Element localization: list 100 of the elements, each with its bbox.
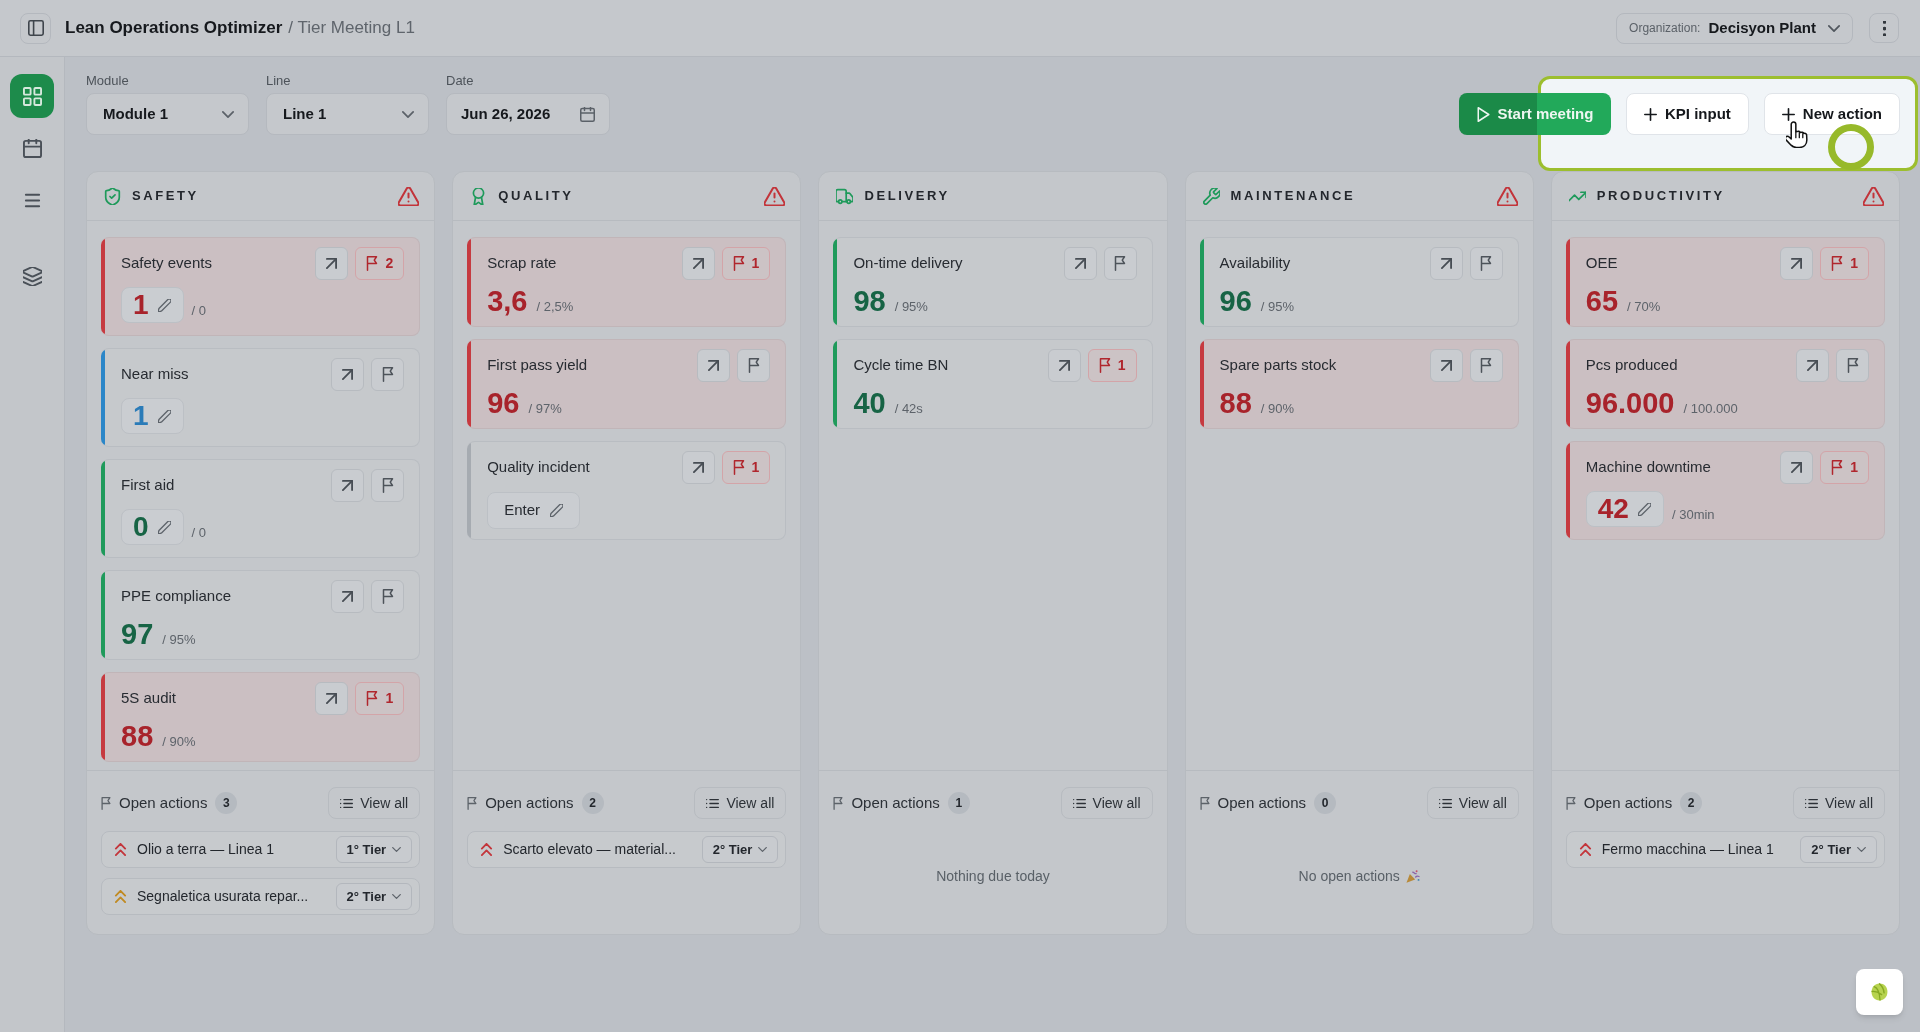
tier-dropdown[interactable]: 2° Tier: [1800, 836, 1877, 863]
flag-button[interactable]: 2: [355, 247, 405, 280]
view-all-button[interactable]: View all: [1793, 787, 1885, 819]
arrow-up-right-icon: [1440, 360, 1452, 371]
kpi-title: Near miss: [121, 364, 189, 385]
chevron-down-icon: [402, 110, 414, 118]
count-badge: 0: [1314, 792, 1336, 814]
kpi-target: / 2,5%: [536, 298, 574, 316]
arrow-up-right-icon: [342, 480, 354, 491]
tier-dropdown[interactable]: 2° Tier: [335, 883, 413, 910]
arrow-up-right-icon: [326, 693, 338, 704]
action-item[interactable]: Scarto elevato — material... 2° Tier: [467, 831, 787, 868]
flag-icon: [732, 256, 745, 271]
view-all-button[interactable]: View all: [694, 787, 787, 819]
add-button[interactable]: New action: [1763, 93, 1900, 135]
filter-label: Date: [446, 73, 475, 89]
action-item[interactable]: Fermo macchina — Linea 1 2° Tier: [1565, 831, 1885, 868]
action-item[interactable]: Olio a terra — Linea 1 1° Tier: [101, 831, 421, 868]
flag-button[interactable]: 1: [721, 451, 771, 484]
click-ring-icon: [1828, 124, 1874, 170]
trend-button[interactable]: [1780, 451, 1814, 484]
trend-button[interactable]: [1429, 247, 1463, 280]
flag-icon: [381, 589, 394, 604]
kpi-target: / 100.000: [1683, 400, 1738, 418]
kpi-target: / 95%: [894, 298, 928, 316]
flag-button[interactable]: [1469, 247, 1503, 280]
view-all-button[interactable]: View all: [1060, 787, 1153, 819]
trend-button[interactable]: [697, 349, 731, 382]
select-field[interactable]: Line 1: [266, 93, 429, 135]
truck-icon: [836, 187, 854, 205]
action-title: Fermo macchina — Linea 1: [1601, 840, 1775, 859]
hand-cursor-icon: [1786, 121, 1808, 148]
flag-button[interactable]: 1: [1820, 247, 1869, 280]
date-field[interactable]: Jun 26, 2026: [446, 93, 610, 135]
trend-button[interactable]: [315, 247, 349, 280]
tier-dropdown[interactable]: 2° Tier: [701, 836, 779, 863]
count-badge: 2: [1680, 792, 1703, 814]
kpi-value: 96: [1219, 284, 1252, 318]
sidebar-toggle-button[interactable]: [20, 12, 51, 44]
section-title: Open actions: [1217, 792, 1306, 813]
trend-button[interactable]: [1780, 247, 1814, 280]
trend-button[interactable]: [315, 682, 349, 715]
sidebar-item[interactable]: [10, 74, 54, 118]
trend-button[interactable]: [331, 580, 365, 613]
column-title: PRODUCTIVITY: [1596, 187, 1725, 206]
start-meeting-button[interactable]: Start meeting: [1459, 93, 1611, 135]
flag-button[interactable]: 1: [1087, 349, 1137, 382]
trend-button[interactable]: [331, 358, 365, 391]
kpi-title: Pcs produced: [1585, 355, 1678, 376]
flag-button[interactable]: 1: [721, 247, 771, 280]
caret-icon: [1828, 24, 1840, 32]
tier-dropdown[interactable]: 1° Tier: [335, 836, 413, 863]
flag-icon: [1565, 796, 1576, 810]
value-field[interactable]: 0: [121, 509, 184, 545]
view-all-button[interactable]: View all: [1426, 787, 1519, 819]
filter-label: Module: [86, 73, 130, 89]
kpi-value: 96: [487, 386, 520, 420]
trend-button[interactable]: [1063, 247, 1097, 280]
flag-button[interactable]: [371, 469, 405, 502]
select-field[interactable]: Module 1: [86, 93, 249, 135]
sidebar-panel-icon: [27, 20, 44, 36]
trend-button[interactable]: [1796, 349, 1829, 382]
kpi-title: First pass yield: [487, 355, 588, 376]
view-all-button[interactable]: View all: [328, 787, 421, 819]
pencil-icon: [157, 409, 171, 423]
flag-button[interactable]: [1103, 247, 1137, 280]
app-title: Lean Operations Optimizer: [65, 17, 283, 40]
enter-button[interactable]: Enter: [487, 492, 581, 529]
caret-icon: [1857, 847, 1866, 852]
kpi-value: 3,6: [487, 284, 528, 318]
flag-button[interactable]: [371, 358, 405, 391]
trend-button[interactable]: [681, 247, 715, 280]
trend-button[interactable]: [1047, 349, 1081, 382]
empty-message: Nothing due today: [936, 867, 1050, 886]
kpi-title: Spare parts stock: [1219, 355, 1337, 376]
arrow-up-right-icon: [692, 462, 704, 473]
flag-button[interactable]: [1469, 349, 1503, 382]
kpi-value: 88: [1219, 386, 1252, 420]
kpi-target: / 0: [191, 523, 207, 542]
value-field[interactable]: 1: [121, 287, 184, 323]
action-item[interactable]: Segnaletica usurata repar... 2° Tier: [101, 878, 421, 915]
kpi-title: 5S audit: [121, 688, 177, 709]
flag-button[interactable]: 1: [355, 682, 405, 715]
arrow-up-right-icon: [1807, 360, 1818, 371]
flag-button[interactable]: [371, 580, 405, 613]
trend-button[interactable]: [1429, 349, 1463, 382]
trend-button[interactable]: [331, 469, 365, 502]
kpi-title: OEE: [1585, 253, 1618, 274]
flag-icon: [1831, 460, 1844, 475]
flag-button[interactable]: [737, 349, 771, 382]
more-options-button[interactable]: [1869, 13, 1899, 43]
flag-button[interactable]: 1: [1820, 451, 1869, 484]
count-badge: 3: [215, 792, 238, 814]
flag-button[interactable]: [1836, 349, 1869, 382]
kpi-title: First aid: [121, 475, 175, 496]
kpi-target: / 0: [191, 301, 207, 320]
value-field[interactable]: 42: [1585, 491, 1664, 527]
add-button[interactable]: KPI input: [1626, 93, 1749, 135]
organization-selector[interactable]: Organization: Decisyon Plant: [1616, 12, 1853, 44]
trend-button[interactable]: [681, 451, 715, 484]
